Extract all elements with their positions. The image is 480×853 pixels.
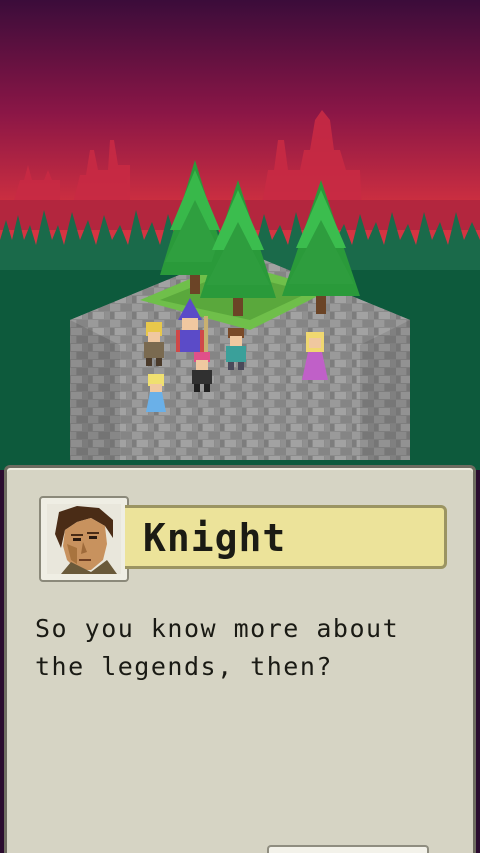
speaker-name: Knight [143,516,287,560]
knight-portrait-icon [47,504,121,574]
nameplate: Knight [125,505,447,569]
dialog-text: So you know more about the legends, then… [35,614,400,681]
speaker-portrait [39,496,129,582]
continue-indicator-icon[interactable] [267,845,429,853]
dialog-box[interactable]: Knight So you know more about the legend… [4,465,476,853]
